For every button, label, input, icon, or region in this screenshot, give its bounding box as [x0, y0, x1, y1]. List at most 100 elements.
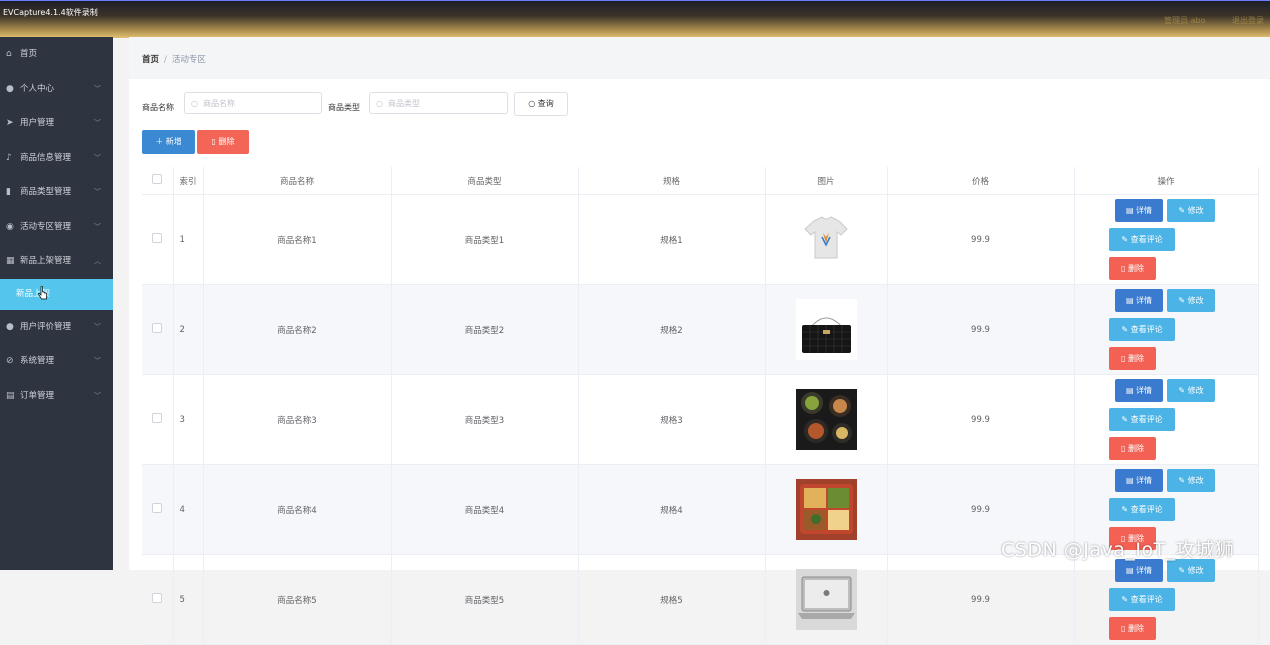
- chevron-up-icon: ︿: [94, 257, 101, 265]
- document-icon: ▤: [1125, 296, 1134, 305]
- sidebar-item-personal[interactable]: ● 个人中心 ﹀: [0, 72, 113, 107]
- pencil-icon: ✎: [1178, 296, 1186, 305]
- sidebar-subitem-new-arrivals[interactable]: 新品上架: [0, 278, 113, 310]
- add-button[interactable]: ＋ 新增: [142, 130, 195, 154]
- row-actions-cell: ▤ 详情 ✎ 修改 ✎ 查看评论 ▯ 删除: [1074, 554, 1259, 645]
- column-header-type: 商品类型: [391, 167, 579, 195]
- sidebar-item-label: 活动专区管理: [20, 221, 72, 232]
- home-icon: ⌂: [6, 49, 12, 59]
- sidebar-item-users[interactable]: ➤ 用户管理 ﹀: [0, 106, 113, 141]
- breadcrumb: 首页 / 活动专区: [142, 53, 206, 65]
- location-icon: ◉: [6, 221, 14, 232]
- detail-button-label: 详情: [1136, 206, 1153, 215]
- row-checkbox[interactable]: [152, 593, 163, 603]
- detail-button[interactable]: ▤ 详情: [1115, 379, 1163, 402]
- view-reviews-button[interactable]: ✎ 查看评论: [1109, 318, 1175, 341]
- row-index: 3: [173, 374, 204, 465]
- csdn-watermark: CSDN @Java_IoT_攻城狮: [1001, 539, 1235, 561]
- sidebar-item-home[interactable]: ⌂ 首页: [0, 37, 113, 72]
- row-spec: 规格1: [578, 194, 766, 285]
- view-reviews-button[interactable]: ✎ 查看评论: [1109, 498, 1175, 521]
- delete-button-label: 删除: [1127, 264, 1144, 273]
- sidebar-item-label: 用户评价管理: [20, 321, 72, 332]
- delete-button-label: 删除: [1127, 444, 1144, 453]
- row-product-name: 商品名称1: [203, 194, 392, 285]
- delete-button[interactable]: ▯ 删除: [1109, 257, 1156, 280]
- sidebar-item-label: 首页: [20, 49, 38, 59]
- edit-button[interactable]: ✎ 修改: [1167, 289, 1215, 312]
- product-type-label: 商品类型: [328, 103, 360, 112]
- sidebar-item-product-info[interactable]: ♪ 商品信息管理 ﹀: [0, 141, 113, 176]
- row-checkbox[interactable]: [152, 413, 163, 423]
- query-button[interactable]: ○ 查询: [514, 92, 568, 116]
- sidebar-item-new-products[interactable]: ▦ 新品上架管理 ︿: [0, 244, 113, 279]
- document-icon: ▤: [1125, 476, 1134, 485]
- edit-button[interactable]: ✎ 修改: [1167, 379, 1215, 402]
- row-checkbox[interactable]: [152, 503, 163, 513]
- select-all-checkbox[interactable]: [152, 174, 163, 184]
- edit-button-label: 修改: [1187, 296, 1204, 305]
- edit-button-label: 修改: [1187, 386, 1204, 395]
- view-reviews-button-label: 查看评论: [1130, 595, 1163, 604]
- view-reviews-button[interactable]: ✎ 查看评论: [1109, 588, 1175, 611]
- sidebar-item-orders[interactable]: ▤ 订单管理 ﹀: [0, 379, 113, 414]
- row-index: 4: [173, 464, 204, 555]
- trash-icon: ▮: [6, 187, 11, 197]
- row-select-cell[interactable]: [142, 284, 174, 375]
- detail-button[interactable]: ▤ 详情: [1115, 559, 1163, 582]
- row-select-cell[interactable]: [142, 374, 174, 465]
- row-index: 1: [173, 194, 204, 285]
- sidebar-item-system[interactable]: ⊘ 系统管理 ﹀: [0, 344, 113, 379]
- row-product-type: 商品类型4: [391, 464, 579, 555]
- row-image-cell: [765, 554, 888, 645]
- document-icon: ▤: [1125, 386, 1134, 395]
- trash-icon: ▯: [1121, 354, 1126, 363]
- logout-link[interactable]: 退出登录: [1232, 16, 1264, 25]
- sidebar-item-activity[interactable]: ◉ 活动专区管理 ﹀: [0, 210, 113, 245]
- detail-button[interactable]: ▤ 详情: [1115, 199, 1163, 222]
- detail-button-label: 详情: [1136, 476, 1153, 485]
- view-reviews-button[interactable]: ✎ 查看评论: [1109, 228, 1175, 251]
- row-select-cell[interactable]: [142, 554, 174, 645]
- row-price: 99.9: [887, 554, 1075, 645]
- row-spec: 规格5: [578, 554, 766, 645]
- row-product-name: 商品名称2: [203, 284, 392, 375]
- chevron-down-icon: ﹀: [94, 222, 101, 231]
- row-image-cell: [765, 464, 888, 555]
- search-icon: ○: [376, 99, 383, 108]
- delete-button[interactable]: ▯ 删除: [1109, 347, 1156, 370]
- topbar-right: 管理员 abo 退出登录: [1140, 15, 1264, 26]
- delete-button[interactable]: ▯ 删除: [1109, 617, 1156, 640]
- delete-button[interactable]: ▯ 删除: [1109, 437, 1156, 460]
- edit-button[interactable]: ✎ 修改: [1167, 469, 1215, 492]
- row-checkbox[interactable]: [152, 323, 163, 333]
- row-product-name: 商品名称5: [203, 554, 392, 645]
- sidebar-item-label: 商品信息管理: [20, 152, 72, 163]
- detail-button[interactable]: ▤ 详情: [1115, 289, 1163, 312]
- query-button-label: 查询: [537, 99, 554, 108]
- sidebar-item-product-type[interactable]: ▮ 商品类型管理 ﹀: [0, 175, 113, 210]
- view-reviews-button[interactable]: ✎ 查看评论: [1109, 408, 1175, 431]
- trash-icon: ▯: [211, 137, 216, 146]
- edit-button[interactable]: ✎ 修改: [1167, 559, 1215, 582]
- row-product-type: 商品类型5: [391, 554, 579, 645]
- product-type-input[interactable]: ○ 商品类型: [369, 92, 508, 114]
- row-checkbox[interactable]: [152, 233, 163, 243]
- product-image: [795, 389, 857, 450]
- row-select-cell[interactable]: [142, 194, 174, 285]
- row-price: 99.9: [887, 374, 1075, 465]
- top-bar: EVCapture4.1.4软件录制 管理员 abo 退出登录: [0, 0, 1270, 38]
- pencil-icon: ✎: [1121, 505, 1129, 514]
- sidebar-item-reviews[interactable]: ● 用户评价管理 ﹀: [0, 310, 113, 345]
- breadcrumb-home[interactable]: 首页: [142, 55, 159, 65]
- row-actions-cell: ▤ 详情 ✎ 修改 ✎ 查看评论 ▯ 删除: [1074, 194, 1259, 285]
- row-select-cell[interactable]: [142, 464, 174, 555]
- delete-button-label: 删除: [1127, 354, 1144, 363]
- edit-button[interactable]: ✎ 修改: [1167, 199, 1215, 222]
- select-all-cell[interactable]: [142, 167, 174, 195]
- product-name-input[interactable]: ○ 商品名称: [184, 92, 322, 114]
- batch-delete-button[interactable]: ▯ 删除: [197, 130, 249, 154]
- table-row: 2 商品名称2 商品类型2 规格2 99.9 ▤ 详情 ✎ 修改✎ 查看评论▯ 删…: [142, 284, 1259, 375]
- detail-button[interactable]: ▤ 详情: [1115, 469, 1163, 492]
- admin-label[interactable]: 管理员 abo: [1164, 16, 1205, 25]
